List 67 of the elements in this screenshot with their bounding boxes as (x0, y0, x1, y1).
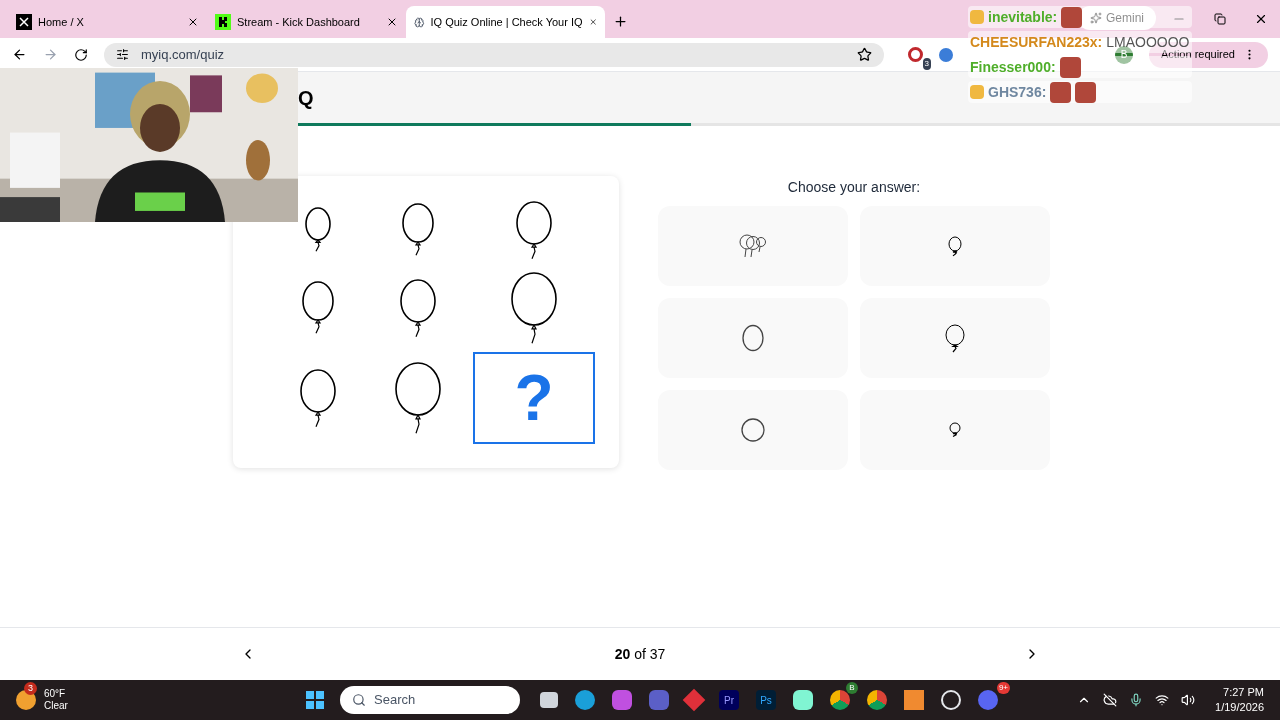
balloon-drawing (948, 421, 962, 439)
close-icon[interactable] (187, 16, 199, 28)
chrome-icon[interactable] (867, 690, 887, 710)
question-box: ? (473, 352, 595, 444)
tab-title: Stream - Kick Dashboard (237, 14, 361, 30)
cloud-off-icon[interactable] (1103, 693, 1118, 707)
bookmark-star-icon[interactable] (857, 47, 872, 62)
oval-drawing (741, 324, 765, 352)
sparkle-icon (1090, 12, 1102, 24)
close-window-icon[interactable] (1254, 12, 1268, 26)
x-logo-icon (16, 14, 32, 30)
microphone-icon[interactable] (1129, 693, 1144, 707)
browser-tab[interactable]: Stream - Kick Dashboard (207, 6, 406, 38)
weather-condition: Clear (44, 700, 68, 712)
balloon-drawing (944, 322, 966, 354)
balloon-cluster-drawing (739, 233, 767, 259)
tab-title: IQ Quiz Online | Check Your IQ (430, 14, 583, 30)
emote-icon (1075, 81, 1097, 103)
chat-username: Finesser000: (970, 57, 1056, 77)
weather-badge: 3 (24, 682, 37, 695)
photoshop-icon[interactable]: Ps (756, 690, 776, 710)
premiere-icon[interactable]: Pr (719, 690, 739, 710)
taskbar-search[interactable]: Search (340, 686, 520, 714)
brain-icon (414, 14, 425, 30)
extension-badge: 3 (922, 58, 931, 70)
wifi-icon[interactable] (1155, 693, 1170, 707)
windows-start-icon[interactable] (306, 691, 324, 709)
balloon-drawing (401, 202, 435, 258)
weather-temp: 60°F (44, 688, 67, 700)
new-tab-icon[interactable] (613, 14, 628, 29)
emote-icon (1050, 81, 1072, 103)
close-icon[interactable] (386, 16, 398, 28)
tab-title: Home / X (38, 14, 85, 30)
search-icon (352, 693, 366, 707)
chrome-icon[interactable] (830, 690, 850, 710)
site-info-icon[interactable] (116, 48, 129, 61)
kick-logo-icon (215, 14, 231, 30)
restore-icon[interactable] (1214, 13, 1226, 25)
question-counter: 20 of 37 (613, 644, 667, 664)
clock-date: 1/19/2026 (1215, 700, 1264, 715)
forward-icon[interactable] (43, 47, 58, 62)
answers-title: Choose your answer: (786, 178, 922, 197)
discord-badge: 9+ (996, 682, 1010, 694)
search-label: Search (374, 691, 416, 710)
browser-tab[interactable]: IQ Quiz Online | Check Your IQ (406, 6, 605, 38)
extension-icon[interactable] (939, 47, 953, 62)
chat-username: GHS736: (988, 82, 1047, 102)
url-text: myiq.com/quiz (141, 45, 226, 64)
emote-icon (1061, 6, 1083, 28)
task-view-icon[interactable] (540, 692, 558, 708)
chrome-badge: B (846, 682, 858, 694)
volume-icon[interactable] (1181, 693, 1196, 707)
balloon-drawing (304, 206, 332, 254)
browser-tab[interactable]: Home / X (8, 6, 207, 38)
balloon-drawing (515, 199, 553, 261)
clock-time: 7:27 PM (1223, 685, 1264, 700)
circle-drawing (740, 417, 766, 443)
reload-icon[interactable] (74, 47, 88, 62)
balloon-drawing (301, 280, 335, 336)
back-icon[interactable] (12, 47, 27, 62)
chat-username: inevitable: (988, 7, 1058, 27)
address-bar[interactable]: myiq.com/quiz (104, 42, 884, 67)
balloon-drawing (299, 367, 337, 429)
site-logo: Q (298, 85, 314, 111)
balloon-drawing (399, 277, 437, 339)
balloon-drawing (947, 234, 963, 258)
chat-username: CHEESURFAN223x: (970, 32, 1103, 52)
